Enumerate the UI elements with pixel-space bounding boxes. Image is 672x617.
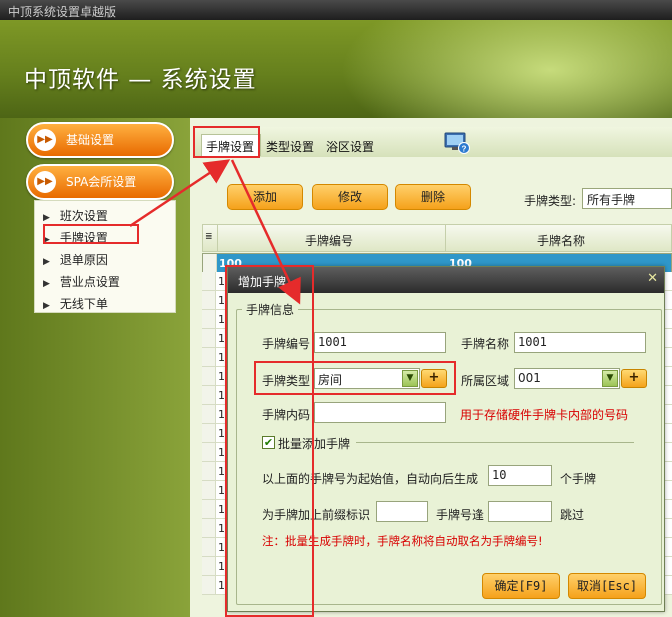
arrow-to-tab [129, 159, 231, 228]
arrow-to-dialog [230, 159, 301, 305]
annotation-arrows [129, 159, 301, 305]
